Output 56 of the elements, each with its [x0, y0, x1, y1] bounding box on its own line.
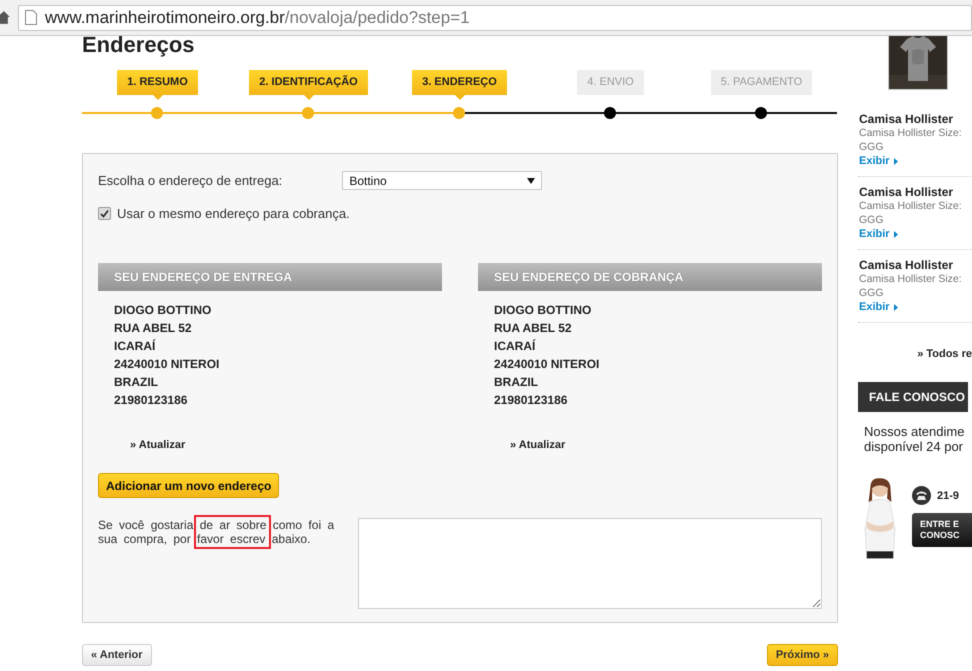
address-line: 21980123186	[494, 392, 568, 409]
step-label[interactable]: 2. IDENTIFICAÇÃO	[249, 70, 368, 95]
product-name: Camisa Hollister	[859, 185, 954, 199]
address-line: ICARAÍ	[114, 338, 156, 355]
address-bar[interactable]: www.marinheirotimoneiro.org.br/novaloja/pedido?step=1	[18, 4, 972, 30]
home-icon[interactable]	[0, 10, 10, 24]
arrow-icon	[894, 304, 898, 310]
address-line: 21980123186	[114, 392, 188, 409]
product-size: GGG	[859, 140, 885, 154]
address-dropdown[interactable]: Bottino	[342, 171, 542, 190]
contact-button[interactable]: ENTRE E CONOSC	[912, 513, 972, 547]
address-line: ICARAÍ	[494, 338, 536, 355]
step-label[interactable]: 3. ENDEREÇO	[412, 70, 507, 95]
checkbox[interactable]	[98, 207, 111, 220]
next-button[interactable]: Próximo »	[766, 644, 838, 666]
view-link[interactable]: Exibir	[859, 227, 898, 241]
contact-header: FALE CONOSCO	[858, 382, 968, 412]
contact-text: Nossos atendime	[864, 424, 966, 439]
comment-field[interactable]	[358, 518, 822, 609]
page-title: Endereços	[82, 32, 196, 58]
product-detail: Camisa Hollister Size:	[859, 272, 963, 286]
phone-number: 21-9	[937, 490, 960, 502]
view-link[interactable]: Exibir	[859, 154, 898, 168]
add-address-button[interactable]: Adicionar um novo endereço	[98, 473, 280, 498]
address-line: DIOGO BOTTINO	[494, 302, 592, 319]
caret-icon	[527, 178, 536, 184]
product-name: Camisa Hollister	[859, 112, 954, 126]
arrow-icon	[894, 158, 898, 164]
arrow-icon	[894, 230, 898, 238]
step-label[interactable]: 1. RESUMO	[117, 70, 198, 95]
section-header: SEU ENDEREÇO DE COBRANÇA	[478, 263, 822, 291]
page-icon	[24, 10, 37, 25]
address-line: DIOGO BOTTINO	[114, 302, 212, 319]
contact-text: disponível 24 por	[864, 439, 964, 454]
update-link[interactable]: » Atualizar	[130, 439, 186, 451]
product-size: GGG	[859, 286, 885, 300]
product-detail: Camisa Hollister Size:	[859, 199, 963, 213]
address-line: BRAZIL	[114, 374, 159, 391]
address-line: RUA ABEL 52	[114, 320, 193, 337]
update-link[interactable]: » Atualizar	[510, 439, 566, 451]
previous-button[interactable]: « Anterior	[82, 644, 152, 666]
address-line: 24240010 NITEROI	[494, 356, 600, 373]
address-line: RUA ABEL 52	[494, 320, 573, 337]
product-detail: Camisa Hollister Size:	[859, 126, 963, 140]
product-size: GGG	[859, 213, 885, 227]
all-items-link[interactable]: » Todos re	[858, 348, 972, 360]
address-line: BRAZIL	[494, 374, 539, 391]
comment-prompt: Se você gostaria de ar sobre como foi a sua compra, por favor escrev abaixo.	[98, 518, 334, 546]
address-line: 24240010 NITEROI	[114, 356, 220, 373]
phone-icon	[912, 486, 931, 505]
view-link[interactable]: Exibir	[859, 300, 898, 314]
product-name: Camisa Hollister	[859, 258, 954, 272]
url-text: www.marinheirotimoneiro.org.br/novaloja/pedido?step=1	[44, 8, 470, 28]
section-header: SEU ENDEREÇO DE ENTREGA	[98, 263, 442, 291]
checkbox-label: Usar o mesmo endereço para cobrança.	[117, 206, 350, 221]
field-label: Escolha o endereço de entrega:	[98, 173, 282, 188]
